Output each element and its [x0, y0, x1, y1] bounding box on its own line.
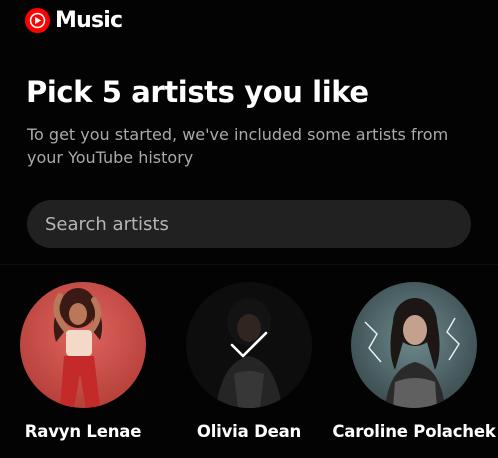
selected-overlay: [186, 282, 312, 408]
checkmark-icon: [230, 331, 268, 358]
artist-avatar: [186, 282, 312, 408]
artist-avatar: [20, 282, 146, 408]
artist-photo-image: [20, 282, 146, 408]
app-header: Music: [24, 7, 123, 34]
artist-card-caroline-polachek[interactable]: Caroline Polachek: [332, 282, 496, 441]
youtube-music-logo-icon: [24, 7, 51, 34]
artist-avatar: [351, 282, 477, 408]
artist-name: Olivia Dean: [196, 422, 302, 441]
artist-card-ravyn-lenae[interactable]: Ravyn Lenae: [3, 282, 163, 441]
artist-card-olivia-dean[interactable]: Olivia Dean: [169, 282, 329, 441]
page-title: Pick 5 artists you like: [26, 75, 369, 109]
artist-name: Caroline Polachek: [332, 422, 496, 441]
page-subtitle: To get you started, we've included some …: [27, 125, 449, 167]
artist-name: Ravyn Lenae: [24, 422, 142, 441]
search-input[interactable]: [43, 212, 455, 236]
divider: [0, 264, 498, 265]
search-bar[interactable]: [27, 200, 471, 248]
artist-photo-image: [351, 282, 477, 408]
app-name: Music: [55, 8, 123, 33]
